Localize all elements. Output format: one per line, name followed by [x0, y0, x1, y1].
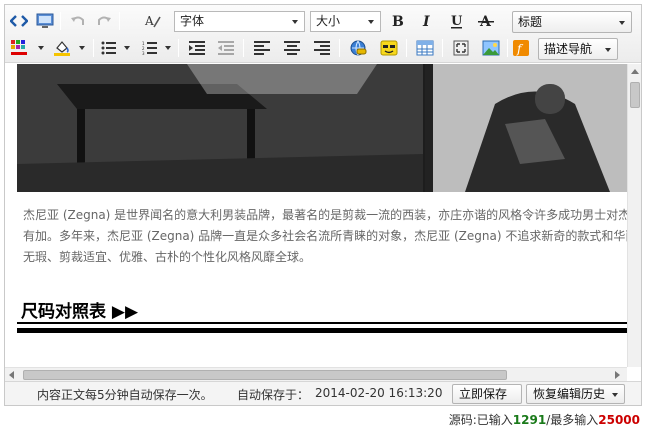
vertical-scroll-thumb[interactable]: [630, 82, 640, 108]
emoticon-icon[interactable]: [378, 37, 400, 59]
link-icon[interactable]: [347, 37, 369, 59]
save-now-button[interactable]: 立即保存: [452, 384, 522, 404]
photo-left-panel: [17, 64, 423, 192]
chevron-down-icon: [368, 20, 374, 24]
undo-icon[interactable]: [67, 10, 89, 32]
svg-text:A: A: [144, 14, 154, 28]
svg-text:B: B: [392, 14, 404, 29]
bold-icon[interactable]: B: [387, 10, 409, 32]
editor-status-bar: 内容正文每5分钟自动保存一次。 自动保存于： 2014-02-20 16:13:…: [5, 381, 641, 405]
font-family-value: 字体: [180, 14, 205, 28]
counter-current: 1291: [512, 413, 547, 427]
editor-content-area[interactable]: 杰尼亚 (Zegna) 是世界闻名的意大利男装品牌，最著名的是剪裁一流的西装，亦…: [5, 64, 627, 367]
divider: [17, 322, 627, 324]
toolbar-separator: [442, 39, 443, 57]
preview-icon[interactable]: [34, 10, 56, 32]
font-family-select[interactable]: 字体: [174, 11, 305, 32]
fullscreen-icon[interactable]: [450, 37, 472, 59]
chevron-down-icon[interactable]: [165, 46, 171, 50]
horizontal-scrollbar[interactable]: [5, 367, 627, 381]
chevron-down-icon: [619, 21, 625, 25]
background-color-icon[interactable]: [51, 37, 73, 59]
unordered-list-icon[interactable]: [98, 37, 120, 59]
font-size-select[interactable]: 大小: [310, 11, 381, 32]
chevron-down-icon[interactable]: [79, 46, 85, 50]
autosave-hint: 内容正文每5分钟自动保存一次。: [37, 388, 213, 402]
save-now-label: 立即保存: [459, 387, 508, 401]
flash-icon[interactable]: f: [510, 37, 532, 59]
counter-separator: /最多输入: [546, 413, 599, 427]
toolbar-separator: [243, 39, 244, 57]
editor-toolbar: A 字体 大小 B I U A 标题 1 2 3 f 描述导航: [5, 5, 641, 63]
scroll-right-icon[interactable]: [615, 371, 620, 379]
toolbar-row-2: 123 f 描述导航: [5, 34, 641, 62]
toolbar-separator: [93, 39, 94, 57]
source-code-icon[interactable]: [8, 10, 30, 32]
counter-max: 25000: [598, 413, 640, 427]
toolbar-separator: [178, 39, 179, 57]
scroll-up-icon[interactable]: [631, 69, 639, 74]
paragraph-line: 无瑕、剪裁适宜、优雅、古朴的个性化风格风靡全球。: [23, 250, 312, 264]
scroll-left-icon[interactable]: [9, 371, 14, 379]
outdent-icon[interactable]: [215, 37, 237, 59]
strikethrough-icon[interactable]: A: [475, 10, 497, 32]
chevron-down-icon: [292, 20, 298, 24]
italic-icon[interactable]: I: [416, 10, 438, 32]
indent-icon[interactable]: [186, 37, 208, 59]
font-color-icon[interactable]: [8, 37, 30, 59]
toolbar-row-1: A 字体 大小 B I U A 标题: [5, 7, 641, 35]
toolbar-separator: [507, 39, 508, 57]
underline-icon[interactable]: U: [446, 10, 468, 32]
table-icon[interactable]: [414, 37, 436, 59]
toolbar-separator: [339, 39, 340, 57]
describe-nav-label: 描述导航: [544, 42, 593, 56]
counter-prefix: 源码:已输入: [448, 413, 513, 427]
autosave-time: 2014-02-20 16:13:20: [315, 386, 443, 400]
format-painter-icon[interactable]: A: [142, 10, 164, 32]
describe-nav-button[interactable]: 描述导航: [538, 38, 618, 60]
chevron-down-icon[interactable]: [124, 46, 130, 50]
toolbar-separator: [406, 39, 407, 57]
heading-select[interactable]: 标题: [512, 11, 632, 33]
chevron-down-icon: [605, 48, 611, 52]
restore-history-label: 恢复编辑历史: [533, 387, 606, 401]
toolbar-separator: [119, 12, 120, 30]
section-heading: 尺码对照表 ▶▶: [21, 302, 139, 322]
chevron-down-icon[interactable]: [38, 46, 44, 50]
image-icon[interactable]: [480, 37, 502, 59]
align-center-icon[interactable]: [281, 37, 303, 59]
svg-text:3: 3: [142, 51, 145, 55]
redo-icon[interactable]: [93, 10, 115, 32]
svg-text:I: I: [422, 14, 430, 29]
font-size-value: 大小: [316, 14, 341, 28]
divider: [17, 328, 627, 333]
character-counter: 源码:已输入1291/最多输入25000: [449, 411, 640, 428]
horizontal-scroll-thumb[interactable]: [23, 370, 507, 380]
rich-text-editor: A 字体 大小 B I U A 标题 1 2 3 f 描述导航 杰尼亚 (Zeg…: [4, 4, 642, 406]
restore-history-button[interactable]: 恢复编辑历史: [526, 384, 625, 404]
align-left-icon[interactable]: [251, 37, 273, 59]
paragraph-line: 杰尼亚 (Zegna) 是世界闻名的意大利男装品牌，最著名的是剪裁一流的西装，亦…: [23, 208, 627, 222]
autosave-label: 自动保存于：: [237, 388, 310, 402]
ordered-list-icon[interactable]: 123: [139, 37, 161, 59]
paragraph-line: 有加。多年来，杰尼亚 (Zegna) 品牌一直是众多社会名流所青睐的对象，杰尼亚…: [23, 229, 627, 243]
chevron-down-icon: [612, 393, 618, 397]
vertical-scrollbar[interactable]: [627, 64, 641, 367]
product-photo: [17, 64, 627, 192]
align-right-icon[interactable]: [311, 37, 333, 59]
svg-text:U: U: [451, 14, 463, 29]
toolbar-separator: [60, 12, 61, 30]
photo-right-panel: [425, 64, 627, 192]
heading-value: 标题: [518, 15, 543, 29]
